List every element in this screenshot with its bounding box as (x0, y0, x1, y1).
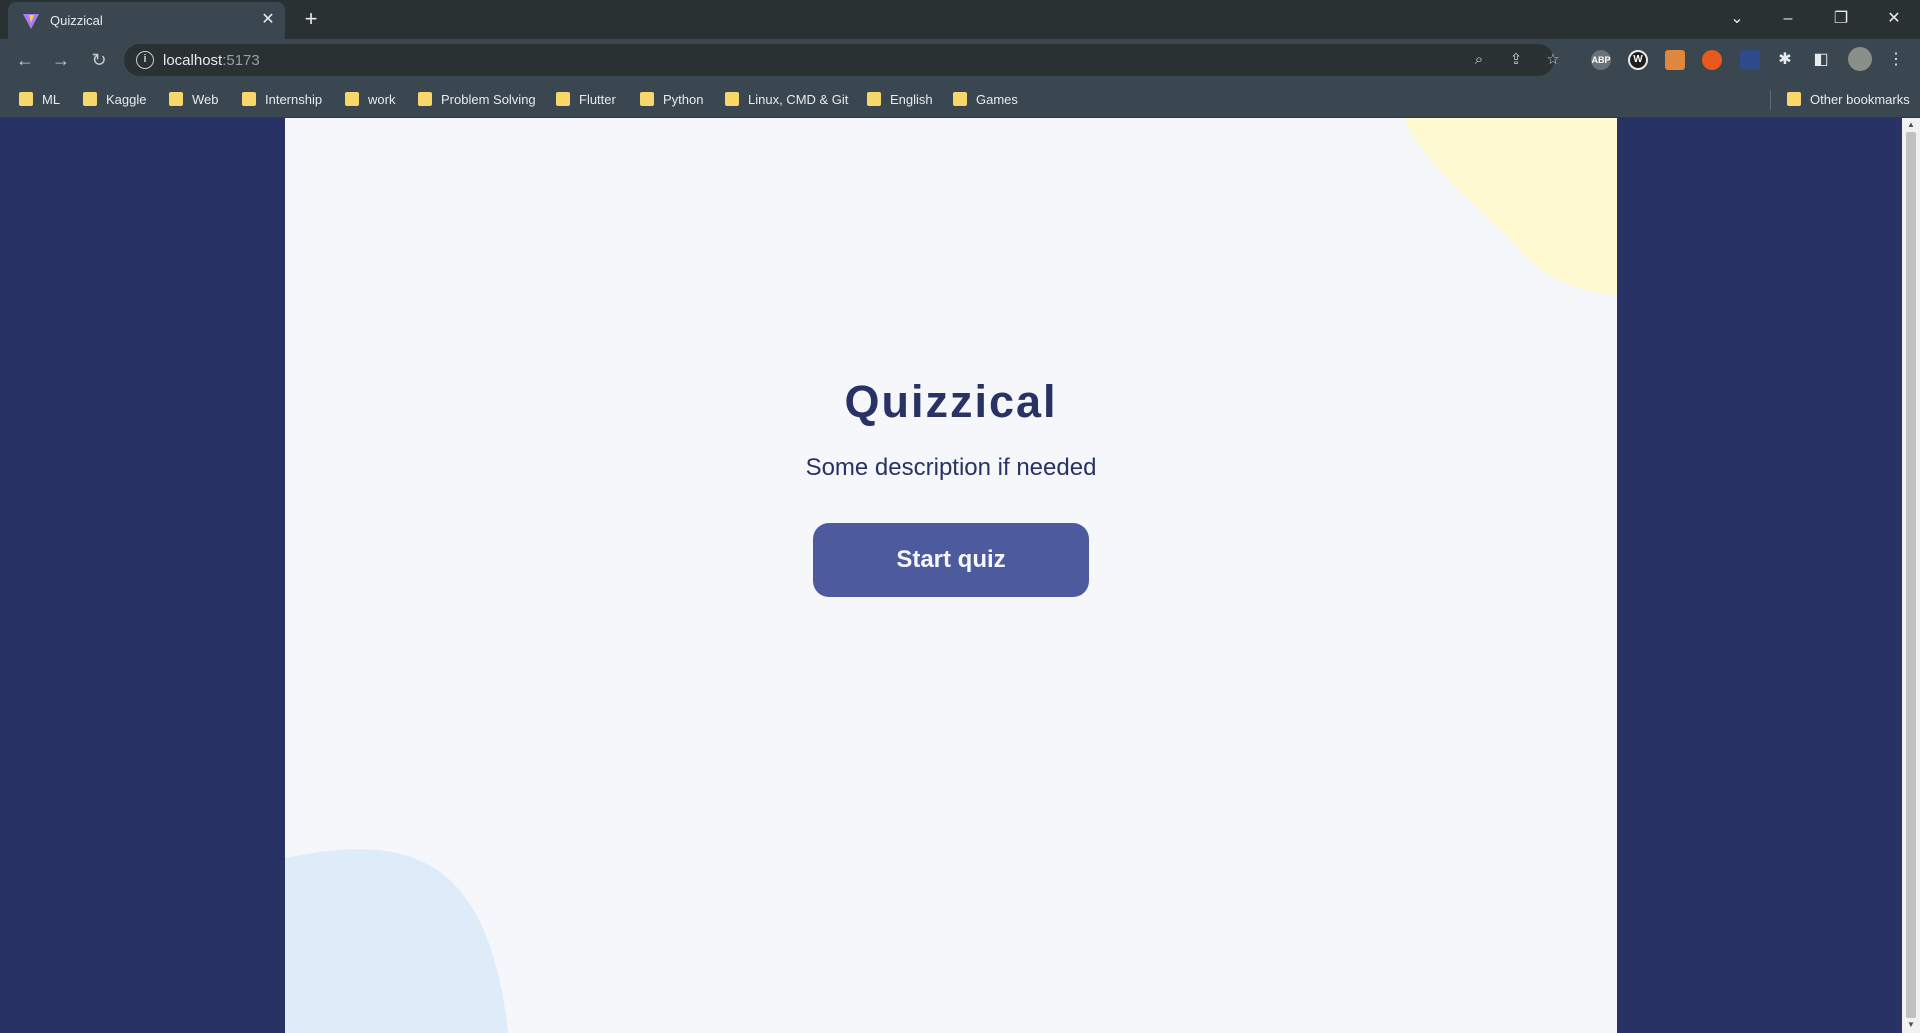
extensions-puzzle-icon[interactable]: ✱ (1773, 48, 1797, 72)
page-description: Some description if needed (805, 454, 1097, 481)
bookmark-folder[interactable]: Internship (242, 90, 322, 108)
folder-icon (19, 92, 33, 106)
forward-button[interactable]: → (48, 47, 74, 73)
reload-button[interactable]: ↻ (86, 47, 112, 73)
fire-extension-icon[interactable] (1702, 50, 1722, 70)
bookmark-folder[interactable]: work (345, 90, 395, 108)
folder-icon (640, 92, 654, 106)
folder-icon (242, 92, 256, 106)
profile-avatar[interactable] (1848, 47, 1872, 71)
bookmarks-bar: ML Kaggle Web Internship work Problem So… (0, 81, 1920, 118)
bookmarks-divider (1770, 90, 1771, 110)
folder-icon (725, 92, 739, 106)
adblock-extension-icon[interactable]: ABP (1591, 50, 1611, 70)
site-info-icon[interactable]: i (136, 51, 154, 69)
tab-title: Quizzical (50, 13, 103, 28)
back-button[interactable]: ← (12, 47, 38, 73)
w-extension-icon[interactable]: W (1628, 50, 1648, 70)
zoom-icon[interactable]: ⌕ (1469, 50, 1489, 70)
yellow-blob-decoration (1403, 118, 1617, 296)
browser-toolbar: ← → ↻ i localhost:5173 ⌕ ⇪ ☆ ABP W ✱ ◧ ⋮ (0, 39, 1920, 81)
bookmark-folder[interactable]: Problem Solving (418, 90, 536, 108)
bookmark-folder[interactable]: Web (169, 90, 219, 108)
minimize-button[interactable]: – (1773, 6, 1803, 32)
share-icon[interactable]: ⇪ (1506, 50, 1526, 70)
bookmark-folder[interactable]: Kaggle (83, 90, 146, 108)
start-quiz-button[interactable]: Start quiz (813, 523, 1089, 597)
blue-blob-decoration (285, 849, 509, 1033)
tab-close-icon[interactable]: ✕ (258, 10, 278, 30)
browser-tab[interactable]: Quizzical ✕ (8, 2, 285, 39)
tab-bar: Quizzical ✕ + ⌄ – ❐ ✕ (0, 0, 1920, 39)
bookmark-folder[interactable]: English (867, 90, 933, 108)
folder-icon (1787, 92, 1801, 106)
url-port: :5173 (222, 52, 260, 69)
folder-icon (83, 92, 97, 106)
pen-extension-icon[interactable] (1740, 50, 1760, 70)
url-text[interactable]: localhost:5173 (163, 52, 260, 69)
bookmark-star-icon[interactable]: ☆ (1543, 50, 1563, 70)
bookmark-folder[interactable]: Games (953, 90, 1018, 108)
side-panel-icon[interactable]: ◧ (1809, 48, 1833, 72)
folder-extension-icon[interactable] (1665, 50, 1685, 70)
folder-icon (867, 92, 881, 106)
scroll-thumb[interactable] (1906, 132, 1916, 1018)
page-viewport: Quizzical Some description if needed Sta… (0, 118, 1902, 1033)
other-bookmarks-folder[interactable]: Other bookmarks (1787, 90, 1910, 108)
restore-button[interactable]: ❐ (1826, 6, 1856, 32)
quiz-start-screen: Quizzical Some description if needed Sta… (285, 118, 1617, 1033)
folder-icon (345, 92, 359, 106)
folder-icon (169, 92, 183, 106)
folder-icon (418, 92, 432, 106)
bookmark-folder[interactable]: Linux, CMD & Git (725, 90, 848, 108)
page-scrollbar[interactable]: ▲ ▼ (1902, 118, 1920, 1033)
new-tab-button[interactable]: + (298, 6, 324, 32)
scroll-down-icon[interactable]: ▼ (1906, 1020, 1916, 1030)
page-title: Quizzical (844, 376, 1058, 427)
bookmark-folder[interactable]: Python (640, 90, 703, 108)
folder-icon (953, 92, 967, 106)
url-host: localhost (163, 52, 223, 69)
bookmark-folder[interactable]: Flutter (556, 90, 616, 108)
folder-icon (556, 92, 570, 106)
scroll-up-icon[interactable]: ▲ (1906, 120, 1916, 130)
close-window-button[interactable]: ✕ (1879, 6, 1909, 32)
menu-dots-icon[interactable]: ⋮ (1884, 48, 1908, 72)
bookmark-folder[interactable]: ML (19, 90, 60, 108)
tab-search-icon[interactable]: ⌄ (1722, 6, 1752, 32)
address-bar[interactable]: i localhost:5173 ⌕ ⇪ ☆ (124, 44, 1560, 76)
vite-favicon-icon (23, 14, 39, 29)
